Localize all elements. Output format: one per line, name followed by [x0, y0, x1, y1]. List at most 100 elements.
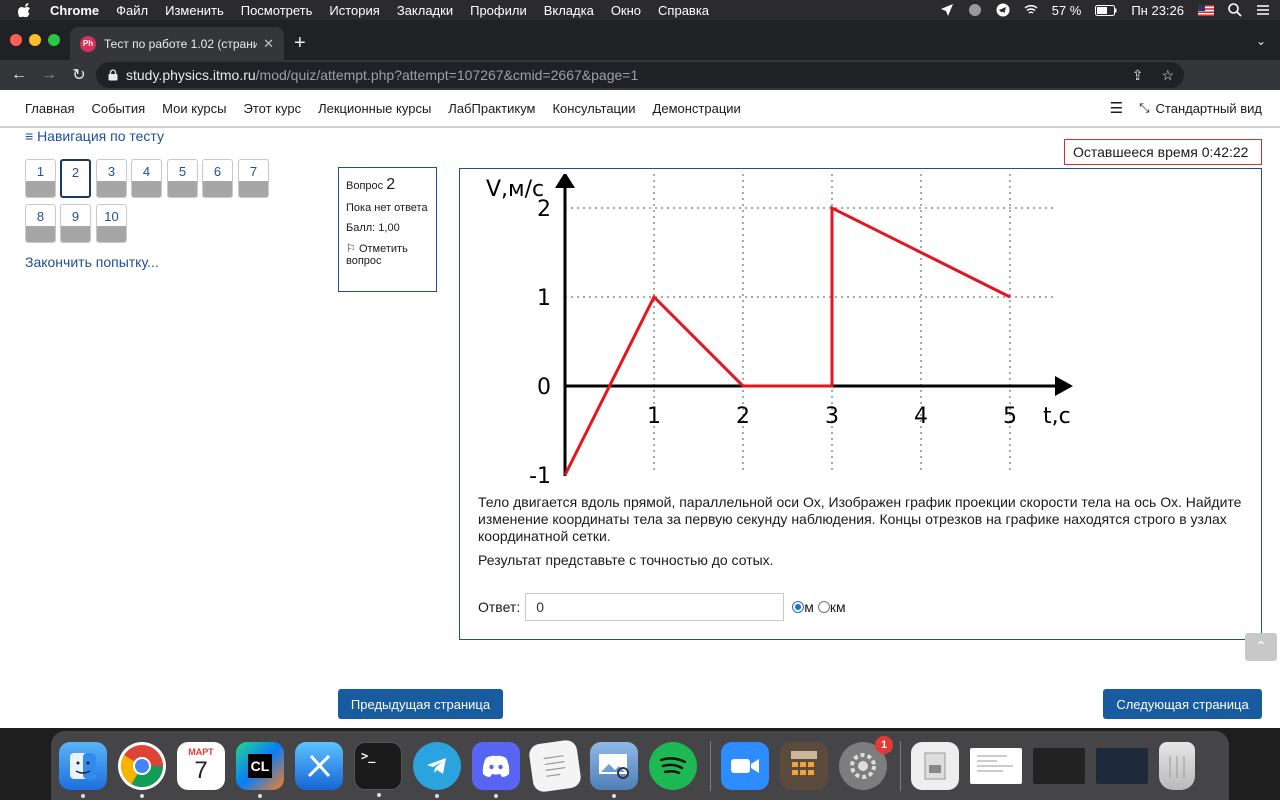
question-button-1[interactable]: 1 [25, 159, 56, 198]
flag-us-icon[interactable] [1198, 4, 1214, 16]
zoom-icon[interactable] [721, 741, 769, 790]
telegram-icon[interactable] [413, 741, 461, 798]
window-thumbnail-2[interactable] [1096, 747, 1148, 784]
nav-this-course[interactable]: Этот курс [244, 101, 302, 116]
control-center-icon[interactable] [1256, 3, 1270, 17]
question-number: 7 [249, 164, 258, 179]
address-bar[interactable]: study.physics.itmo.ru/mod/quiz/attempt.p… [96, 62, 1184, 88]
focus-icon[interactable] [968, 3, 982, 17]
bookmark-star-icon[interactable]: ☆ [1161, 67, 1174, 84]
menu-profiles[interactable]: Профили [470, 3, 527, 18]
scroll-to-top-button[interactable]: ⌃ [1245, 633, 1277, 661]
textedit-icon[interactable] [527, 738, 583, 793]
y-tick-label: -1 [529, 464, 551, 489]
nav-events[interactable]: События [91, 101, 145, 116]
menu-edit[interactable]: Изменить [165, 3, 224, 18]
finish-attempt-link[interactable]: Закончить попытку... [25, 254, 159, 270]
unit-radio-m[interactable] [792, 601, 805, 613]
browser-tab[interactable]: Ph Тест по работе 1.02 (страниц ✕ [70, 27, 284, 60]
menu-view[interactable]: Посмотреть [241, 3, 313, 18]
flag-icon: ⚐ [346, 243, 356, 255]
close-window-button[interactable] [10, 34, 22, 46]
drawer-toggle-icon[interactable]: ☰ [1110, 99, 1123, 117]
minimize-window-button[interactable] [29, 34, 41, 46]
question-button-3[interactable]: 3 [96, 159, 127, 198]
apple-icon[interactable] [18, 3, 32, 17]
quiz-navigation-title[interactable]: ≡ Навигация по тесту [25, 128, 164, 144]
share-icon[interactable]: ⇪ [1132, 67, 1144, 84]
question-button-6[interactable]: 6 [202, 159, 233, 198]
menu-app-name[interactable]: Chrome [50, 3, 99, 18]
question-number: 2 [71, 165, 80, 180]
location-icon[interactable] [940, 3, 954, 17]
menu-history[interactable]: История [329, 3, 379, 18]
nav-home[interactable]: Главная [25, 101, 74, 116]
question-button-10[interactable]: 10 [96, 204, 127, 243]
terminal-icon[interactable]: >_ [354, 741, 402, 797]
calculator-icon[interactable] [780, 741, 828, 790]
calendar-icon[interactable]: МАРТ 7 [177, 741, 225, 790]
menu-help[interactable]: Справка [658, 3, 709, 18]
menu-window[interactable]: Окно [611, 3, 641, 18]
disk-image-icon[interactable] [911, 741, 959, 790]
lock-icon[interactable] [108, 69, 118, 81]
nav-demonstrations[interactable]: Демонстрации [653, 101, 741, 116]
question-number: 1 [36, 164, 45, 179]
question-button-8[interactable]: 8 [25, 204, 56, 243]
spotify-icon[interactable] [649, 741, 697, 790]
calendar-month: МАРТ [188, 746, 214, 757]
menu-tab[interactable]: Вкладка [544, 3, 594, 18]
xcode-icon[interactable] [295, 741, 343, 790]
unit-label-km: км [829, 599, 846, 615]
question-button-5[interactable]: 5 [167, 159, 198, 198]
chart-series [563, 205, 1011, 476]
next-page-button[interactable]: Следующая страница [1103, 689, 1262, 719]
maximize-window-button[interactable] [48, 34, 60, 46]
question-button-9[interactable]: 9 [60, 204, 91, 243]
document-thumbnail[interactable] [970, 747, 1022, 784]
clock[interactable]: Пн 23:26 [1131, 3, 1184, 18]
collapse-arrows-icon[interactable]: ⤡ [1139, 100, 1149, 116]
close-tab-icon[interactable]: ✕ [263, 36, 274, 52]
preview-icon[interactable] [590, 741, 638, 798]
y-tick-label: 0 [537, 375, 551, 400]
nav-lab-practicum[interactable]: ЛабПрактикум [448, 101, 535, 116]
window-thumbnail-1[interactable] [1033, 747, 1085, 784]
battery-percent: 57 % [1051, 2, 1082, 18]
standard-view-link[interactable]: Стандартный вид [1156, 101, 1262, 116]
forward-button[interactable]: → [34, 66, 64, 84]
telegram-status-icon[interactable] [996, 3, 1010, 17]
x-tick-label: 5 [1003, 404, 1017, 429]
spotlight-search-icon[interactable] [1228, 3, 1242, 17]
nav-lecture-courses[interactable]: Лекционные курсы [318, 101, 431, 116]
unit-radio-km[interactable] [817, 601, 830, 613]
question-number: 4 [142, 164, 151, 179]
question-number: 8 [36, 209, 45, 224]
question-button-2[interactable]: 2 [60, 159, 91, 198]
finder-icon[interactable] [59, 741, 107, 798]
system-preferences-icon[interactable]: 1 [839, 735, 893, 790]
menu-bookmarks[interactable]: Закладки [397, 3, 453, 18]
chrome-dock-icon[interactable] [118, 741, 166, 798]
nav-consultations[interactable]: Консультации [552, 101, 635, 116]
calendar-day: 7 [194, 756, 208, 784]
clion-icon[interactable]: CL [236, 741, 284, 798]
nav-my-courses[interactable]: Мои курсы [162, 101, 226, 116]
question-number: 9 [71, 209, 80, 224]
flag-question-label: Отметить вопрос [346, 243, 408, 267]
back-button[interactable]: ← [4, 66, 34, 84]
tab-search-icon[interactable]: ⌄ [1256, 34, 1266, 48]
wifi-icon[interactable] [1024, 3, 1038, 17]
flag-question-link[interactable]: ⚐ Отметить вопрос [346, 242, 429, 267]
reload-button[interactable]: ↻ [64, 65, 94, 85]
question-button-4[interactable]: 4 [131, 159, 162, 198]
answer-input[interactable] [525, 593, 785, 621]
question-button-7[interactable]: 7 [238, 159, 269, 198]
menu-file[interactable]: Файл [116, 3, 148, 18]
trash-icon[interactable] [1159, 741, 1195, 790]
battery-icon[interactable] [1095, 4, 1117, 16]
web-page: Главная События Мои курсы Этот курс Лекц… [0, 90, 1280, 728]
new-tab-button[interactable]: + [294, 32, 306, 55]
previous-page-button[interactable]: Предыдущая страница [338, 689, 503, 719]
discord-icon[interactable] [472, 741, 520, 798]
